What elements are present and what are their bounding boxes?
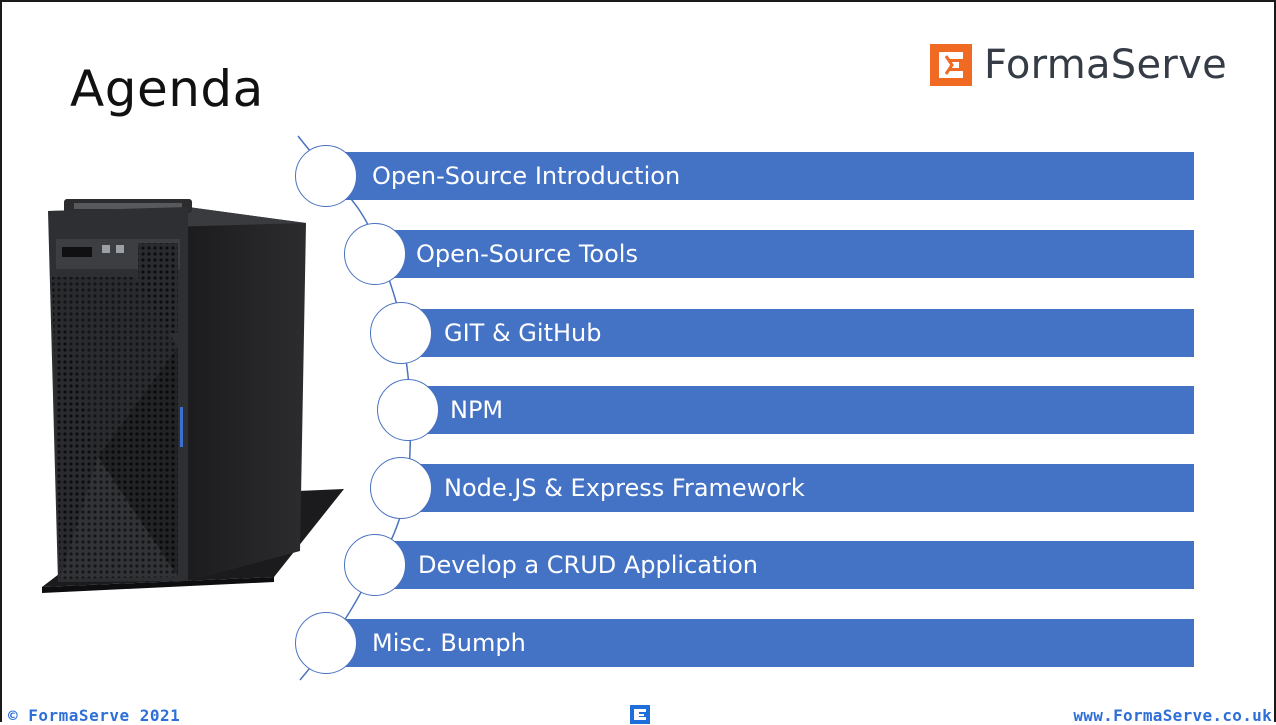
slide: Agenda FormaServe Open-Source Introducti… [0, 0, 1276, 725]
footer-website-link[interactable]: www.FormaServe.co.uk [1073, 706, 1272, 725]
agenda-item-label: Open-Source Introduction [372, 162, 681, 190]
formaserve-logo-icon [930, 44, 972, 86]
formaserve-logo: FormaServe [930, 40, 1227, 90]
agenda-item-bullet [370, 302, 432, 364]
agenda-item-7: Misc. Bumph [326, 619, 1194, 667]
agenda-item-bullet [344, 534, 406, 596]
agenda-item-bullet [370, 457, 432, 519]
agenda-item-bullet [377, 379, 439, 441]
agenda-item-label: NPM [450, 396, 504, 424]
agenda-item-label: Node.JS & Express Framework [444, 474, 805, 502]
slide-title: Agenda [70, 60, 264, 118]
agenda-item-1: Open-Source Introduction [326, 152, 1194, 200]
agenda-item-bullet [295, 612, 357, 674]
tower-server-image [42, 199, 344, 593]
agenda-item-6: Develop a CRUD Application [376, 541, 1194, 589]
agenda-item-label: Open-Source Tools [416, 240, 638, 268]
agenda-item-4: NPM [408, 386, 1194, 434]
agenda-item-2: Open-Source Tools [376, 230, 1194, 278]
agenda-item-label: Misc. Bumph [372, 629, 526, 657]
agenda-item-label: GIT & GitHub [444, 319, 602, 347]
agenda-item-label: Develop a CRUD Application [418, 551, 758, 579]
agenda-item-3: GIT & GitHub [400, 309, 1194, 357]
agenda-item-5: Node.JS & Express Framework [400, 464, 1194, 512]
footer-copyright: © FormaServe 2021 [8, 706, 181, 725]
formaserve-footer-icon [630, 705, 650, 724]
agenda-item-bullet [344, 223, 406, 285]
brand-name: FormaServe [984, 42, 1227, 88]
